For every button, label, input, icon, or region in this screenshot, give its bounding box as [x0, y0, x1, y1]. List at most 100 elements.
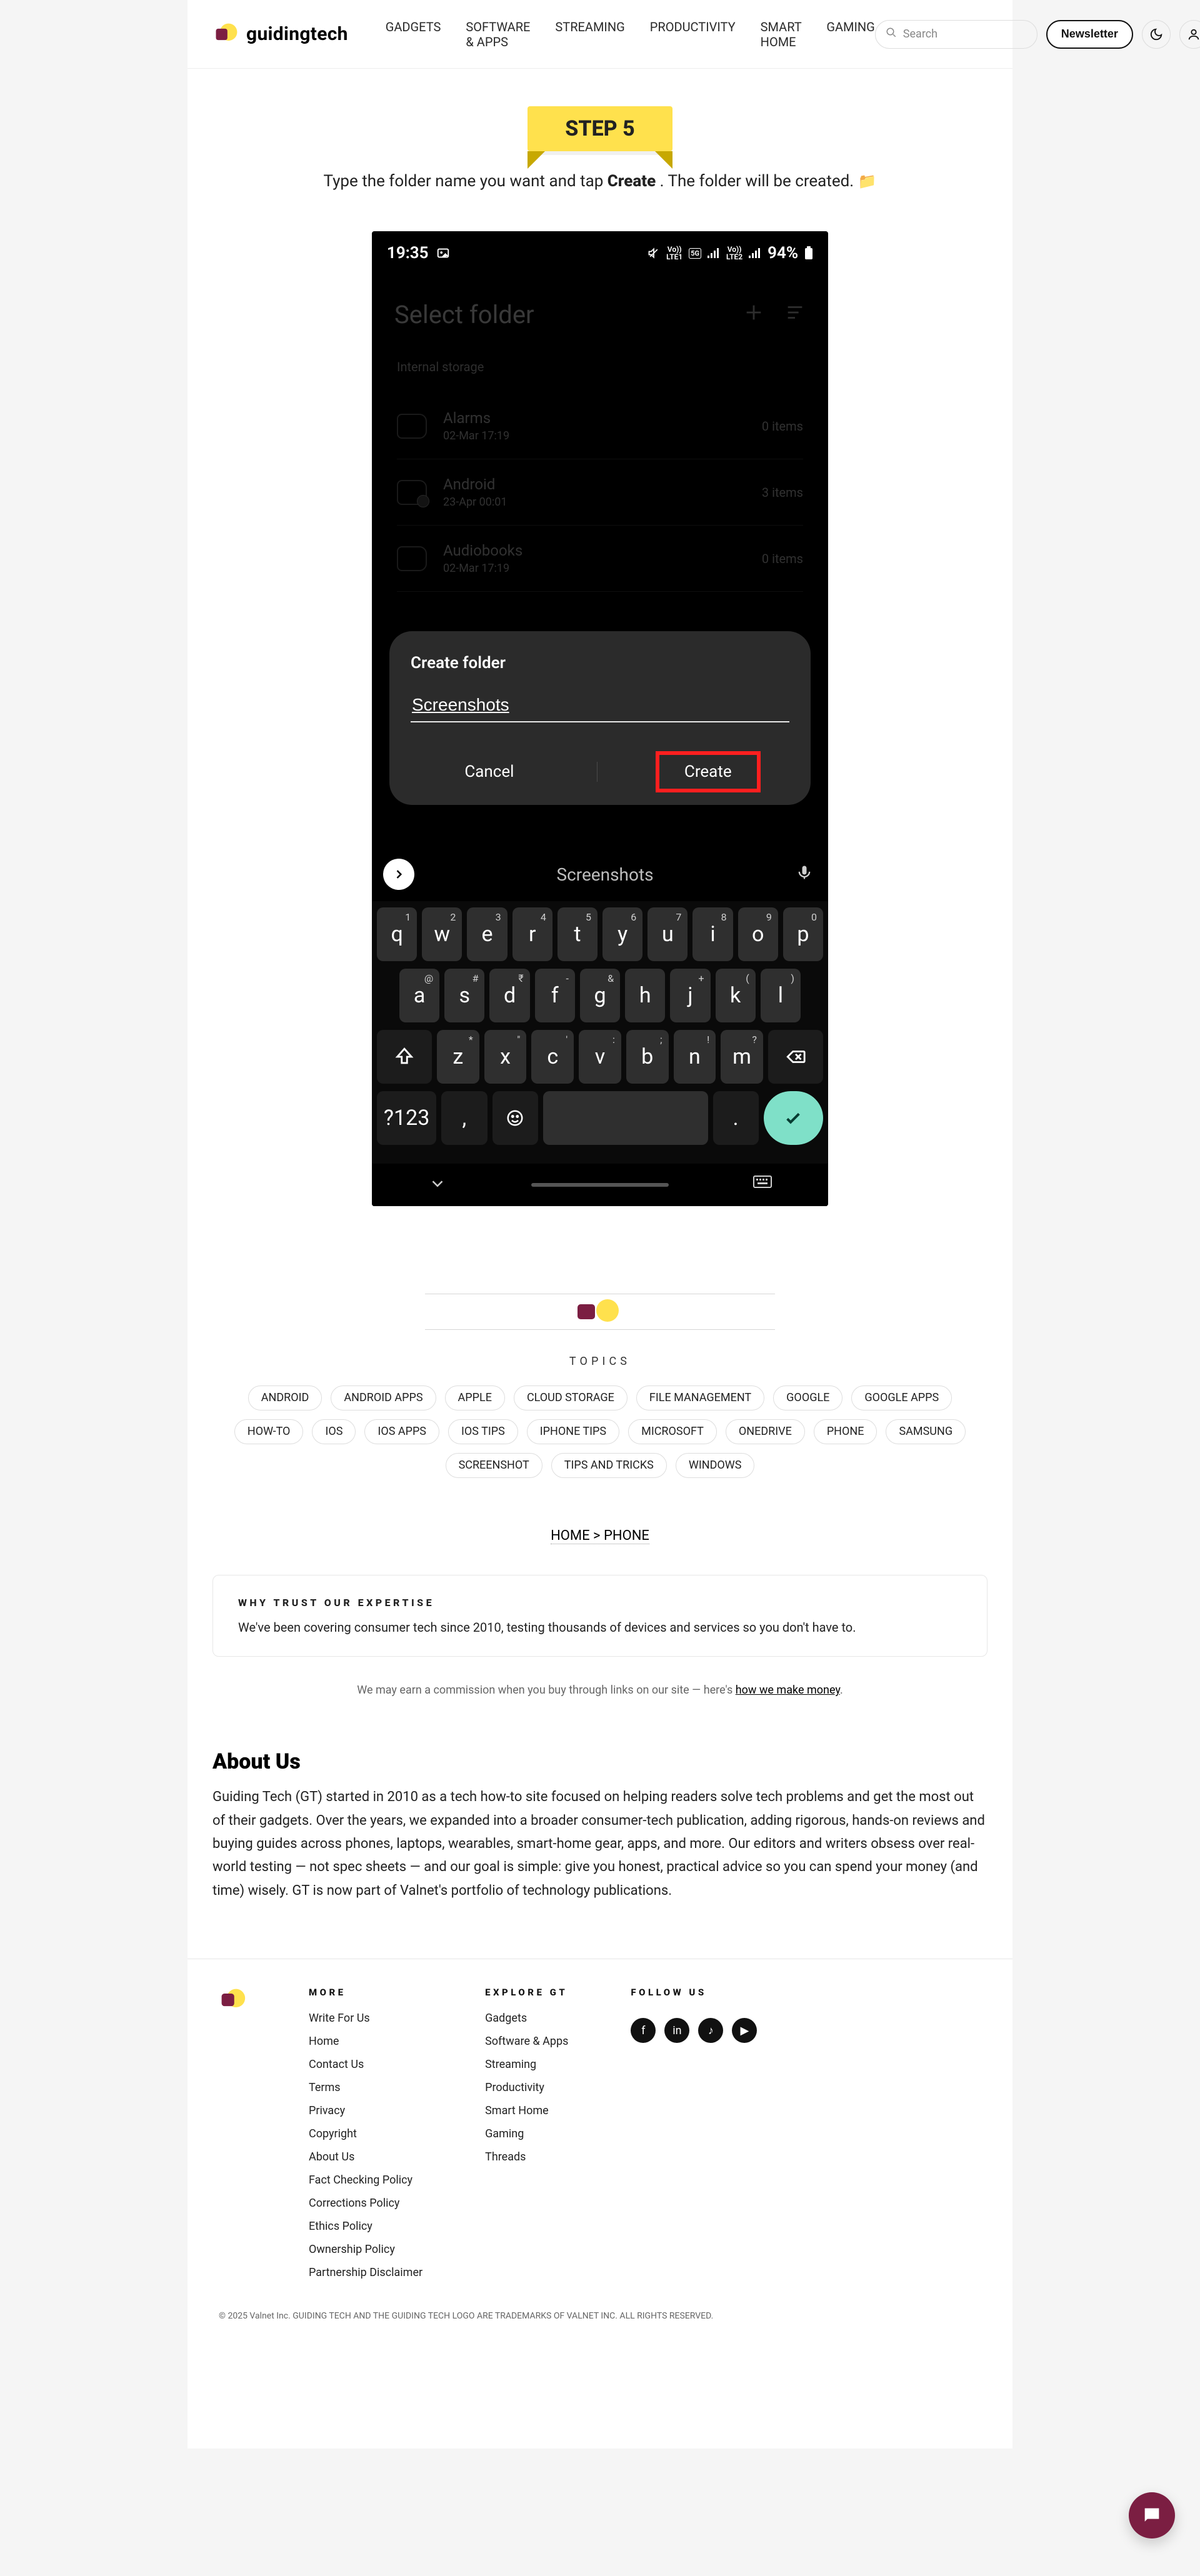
key-r[interactable]: r4	[512, 907, 552, 961]
keyboard-hide-button[interactable]	[428, 1174, 447, 1196]
space-key[interactable]	[543, 1091, 708, 1145]
key-t[interactable]: t5	[558, 907, 598, 961]
nav-gaming[interactable]: GAMING	[826, 19, 874, 49]
topic-chip[interactable]: SAMSUNG	[886, 1419, 966, 1444]
topic-chip[interactable]: WINDOWS	[676, 1453, 755, 1478]
key-c[interactable]: c'	[531, 1030, 574, 1084]
newsletter-button[interactable]: Newsletter	[1046, 20, 1133, 49]
footer-link[interactable]: Software & Apps	[485, 2035, 568, 2048]
tiktok-icon[interactable]: ♪	[698, 2018, 723, 2043]
footer-link[interactable]: Ethics Policy	[309, 2220, 422, 2233]
topic-chip[interactable]: FILE MANAGEMENT	[636, 1385, 764, 1410]
topic-chip[interactable]: HOW-TO	[234, 1419, 304, 1444]
keyboard-switch-button[interactable]	[753, 1176, 772, 1194]
create-button[interactable]: Create	[656, 751, 761, 792]
key-g[interactable]: g&	[580, 969, 620, 1022]
footer-link[interactable]: Ownership Policy	[309, 2243, 422, 2256]
key-x[interactable]: x"	[484, 1030, 527, 1084]
youtube-icon[interactable]: ▶	[732, 2018, 757, 2043]
footer-link[interactable]: Smart Home	[485, 2104, 568, 2117]
nav-productivity[interactable]: PRODUCTIVITY	[650, 19, 736, 49]
facebook-icon[interactable]: f	[631, 2018, 656, 2043]
search-input[interactable]: Search	[875, 20, 1038, 49]
footer-link[interactable]: Partnership Disclaimer	[309, 2266, 422, 2279]
topic-chip[interactable]: IOS TIPS	[448, 1419, 518, 1444]
key-b[interactable]: b;	[626, 1030, 669, 1084]
key-h[interactable]: h	[625, 969, 665, 1022]
topic-chip[interactable]: ANDROID APPS	[331, 1385, 436, 1410]
linkedin-icon[interactable]: in	[664, 2018, 689, 2043]
footer-link[interactable]: Privacy	[309, 2104, 422, 2117]
topic-chip[interactable]: ONEDRIVE	[726, 1419, 805, 1444]
key-d[interactable]: d₹	[489, 969, 529, 1022]
topic-chip[interactable]: APPLE	[445, 1385, 505, 1410]
topic-chip[interactable]: PHONE	[814, 1419, 878, 1444]
key-q[interactable]: q1	[377, 907, 417, 961]
footer-link[interactable]: Write For Us	[309, 2012, 422, 2025]
theme-toggle[interactable]	[1142, 20, 1171, 49]
key-n[interactable]: n!	[674, 1030, 716, 1084]
key-l[interactable]: l)	[761, 969, 801, 1022]
key-y[interactable]: y6	[602, 907, 642, 961]
cancel-button[interactable]: Cancel	[439, 755, 539, 789]
disclosure-link[interactable]: how we make money	[736, 1684, 840, 1697]
key-a[interactable]: a@	[399, 969, 439, 1022]
topic-chip[interactable]: TIPS AND TRICKS	[551, 1453, 667, 1478]
footer-link[interactable]: Productivity	[485, 2081, 568, 2094]
topic-chip[interactable]: IOS APPS	[364, 1419, 439, 1444]
gesture-bar[interactable]	[531, 1183, 669, 1187]
key-o[interactable]: o9	[738, 907, 778, 961]
folder-name-input[interactable]	[411, 691, 789, 722]
footer-link[interactable]: Streaming	[485, 2058, 568, 2071]
brand[interactable]: guidingtech	[212, 21, 348, 48]
user-button[interactable]	[1179, 20, 1200, 49]
period-key[interactable]: .	[713, 1091, 759, 1145]
key-w[interactable]: w2	[422, 907, 462, 961]
topic-chip[interactable]: ANDROID	[248, 1385, 322, 1410]
suggestion-text[interactable]: Screenshots	[556, 864, 653, 885]
key-f[interactable]: f-	[535, 969, 575, 1022]
footer-link[interactable]: Home	[309, 2035, 422, 2048]
footer-link[interactable]: Fact Checking Policy	[309, 2174, 422, 2187]
shift-key[interactable]	[377, 1030, 432, 1084]
topic-chip[interactable]: SCREENSHOT	[446, 1453, 542, 1478]
symbols-key[interactable]: ?123	[377, 1091, 436, 1145]
key-j[interactable]: j+	[670, 969, 710, 1022]
key-u[interactable]: u7	[648, 907, 688, 961]
nav-software[interactable]: SOFTWARE & APPS	[466, 19, 530, 49]
expand-suggestions-button[interactable]	[383, 859, 414, 890]
key-i[interactable]: i8	[692, 907, 732, 961]
emoji-key[interactable]	[492, 1091, 538, 1145]
footer-link[interactable]: Copyright	[309, 2127, 422, 2140]
key-z[interactable]: z*	[437, 1030, 479, 1084]
nav-gadgets[interactable]: GADGETS	[386, 19, 441, 49]
footer-link[interactable]: Contact Us	[309, 2058, 422, 2071]
nav-streaming[interactable]: STREAMING	[555, 19, 624, 49]
key-v[interactable]: v:	[579, 1030, 621, 1084]
key-p[interactable]: p0	[783, 907, 823, 961]
feedback-fab[interactable]	[1129, 2492, 1175, 2539]
topic-chip[interactable]: GOOGLE APPS	[851, 1385, 952, 1410]
topic-chip[interactable]: GOOGLE	[773, 1385, 842, 1410]
footer-link[interactable]: Gadgets	[485, 2012, 568, 2025]
key-e[interactable]: e3	[467, 907, 507, 961]
mic-button[interactable]	[796, 864, 817, 885]
comma-key[interactable]: ,	[441, 1091, 487, 1145]
footer-link[interactable]: Gaming	[485, 2127, 568, 2140]
key-m[interactable]: m?	[721, 1030, 763, 1084]
topic-chip[interactable]: IPHONE TIPS	[527, 1419, 619, 1444]
footer-link[interactable]: Threads	[485, 2150, 568, 2164]
backspace-key[interactable]	[768, 1030, 823, 1084]
key-super: :	[612, 1034, 615, 1046]
topic-chip[interactable]: IOS	[312, 1419, 356, 1444]
key-s[interactable]: s#	[444, 969, 484, 1022]
enter-key[interactable]	[764, 1091, 823, 1145]
topic-chip[interactable]: CLOUD STORAGE	[514, 1385, 628, 1410]
footer-link[interactable]: Corrections Policy	[309, 2197, 422, 2210]
footer-link[interactable]: About Us	[309, 2150, 422, 2164]
breadcrumb-home[interactable]: HOME > PHONE	[551, 1528, 649, 1544]
topic-chip[interactable]: MICROSOFT	[628, 1419, 717, 1444]
key-k[interactable]: k(	[716, 969, 756, 1022]
footer-link[interactable]: Terms	[309, 2081, 422, 2094]
nav-smarthome[interactable]: SMART HOME	[761, 19, 802, 49]
